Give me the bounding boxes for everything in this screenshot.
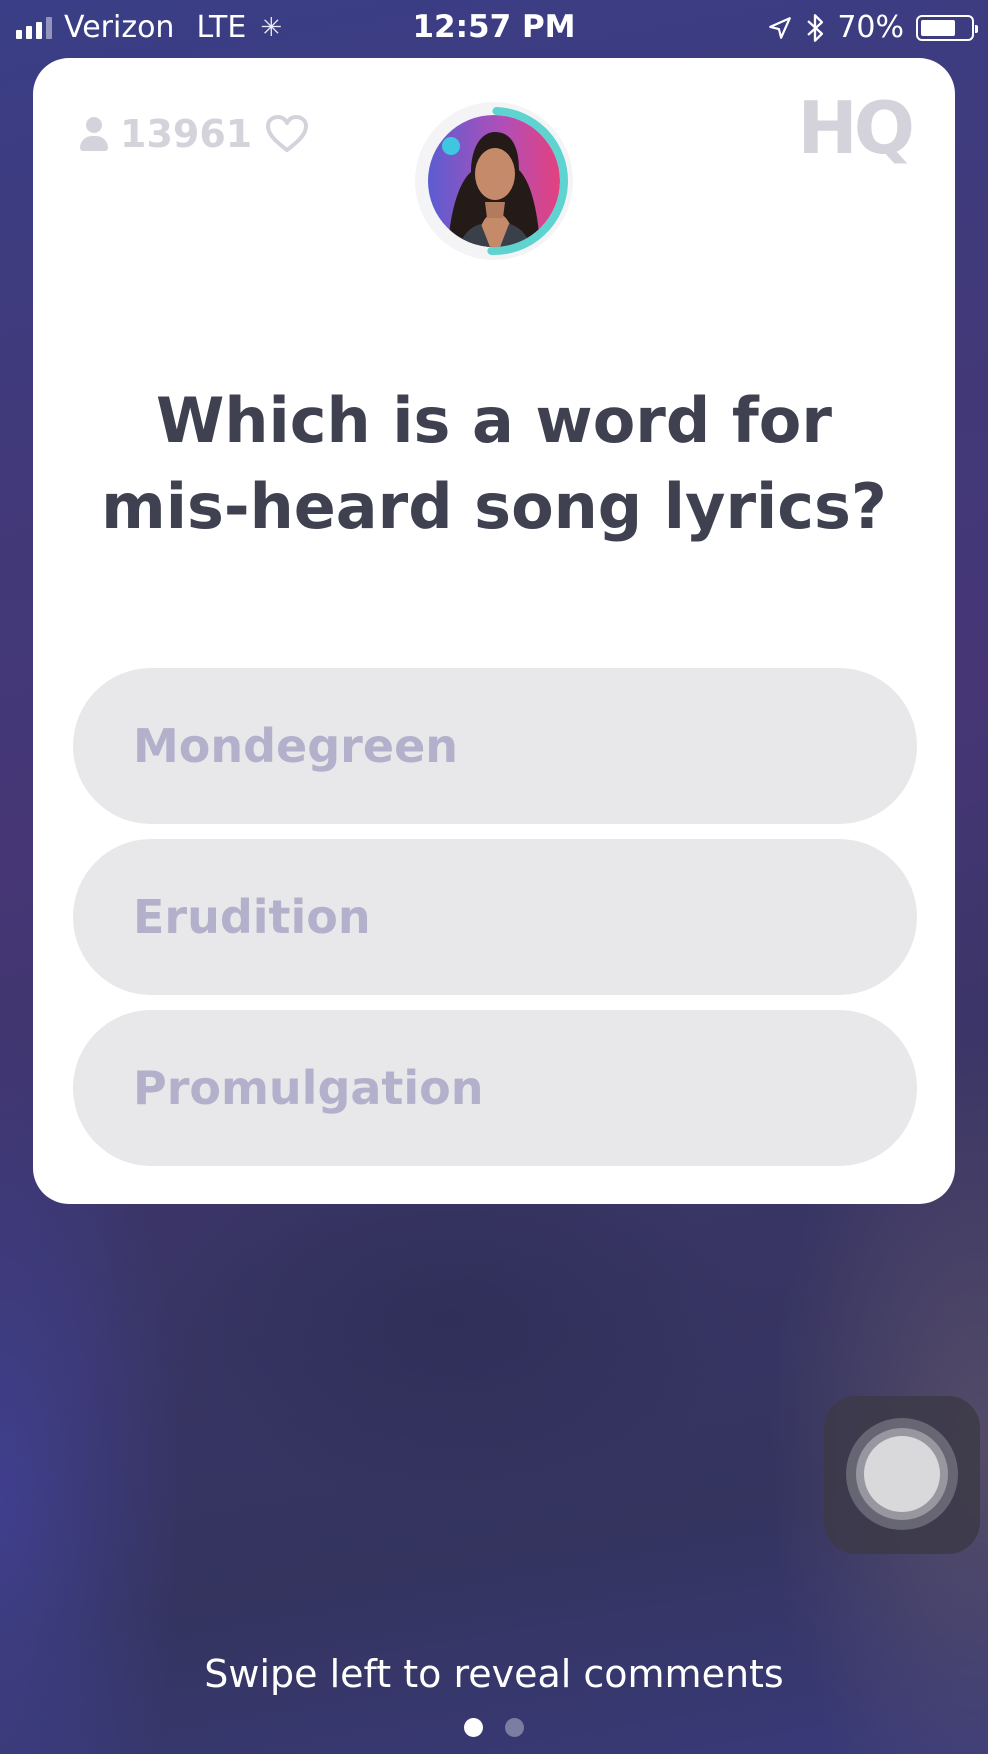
status-bar: Verizon LTE ✳ 12:57 PM 70% — [0, 0, 988, 56]
answer-label: Erudition — [133, 890, 371, 944]
question-card: 13961 HQ Which is a word for mis-heard s… — [33, 58, 955, 1204]
heart-icon[interactable] — [265, 114, 309, 154]
location-arrow-icon — [769, 16, 792, 39]
answer-option-2[interactable]: Erudition — [73, 839, 917, 995]
battery-percent: 70% — [837, 10, 904, 45]
status-right: 70% — [767, 10, 978, 45]
answer-label: Promulgation — [133, 1061, 484, 1115]
viewer-count-value: 13961 — [120, 112, 253, 156]
bluetooth-icon — [807, 13, 824, 42]
swipe-hint: Swipe left to reveal comments — [204, 1652, 784, 1696]
assistive-touch-button[interactable] — [824, 1396, 980, 1554]
answer-option-3[interactable]: Promulgation — [73, 1010, 917, 1166]
question-text: Which is a word for mis-heard song lyric… — [101, 384, 887, 543]
page-dot-active — [464, 1718, 483, 1737]
person-icon — [78, 117, 110, 151]
hq-logo: HQ — [797, 86, 915, 170]
answer-label: Mondegreen — [133, 719, 459, 773]
page-dot — [505, 1718, 524, 1737]
viewer-count: 13961 — [78, 112, 252, 156]
battery-icon — [916, 14, 978, 41]
host-avatar — [428, 115, 560, 247]
host-avatar-timer — [415, 102, 573, 260]
answer-option-1[interactable]: Mondegreen — [73, 668, 917, 824]
page-indicator[interactable] — [0, 1718, 988, 1737]
